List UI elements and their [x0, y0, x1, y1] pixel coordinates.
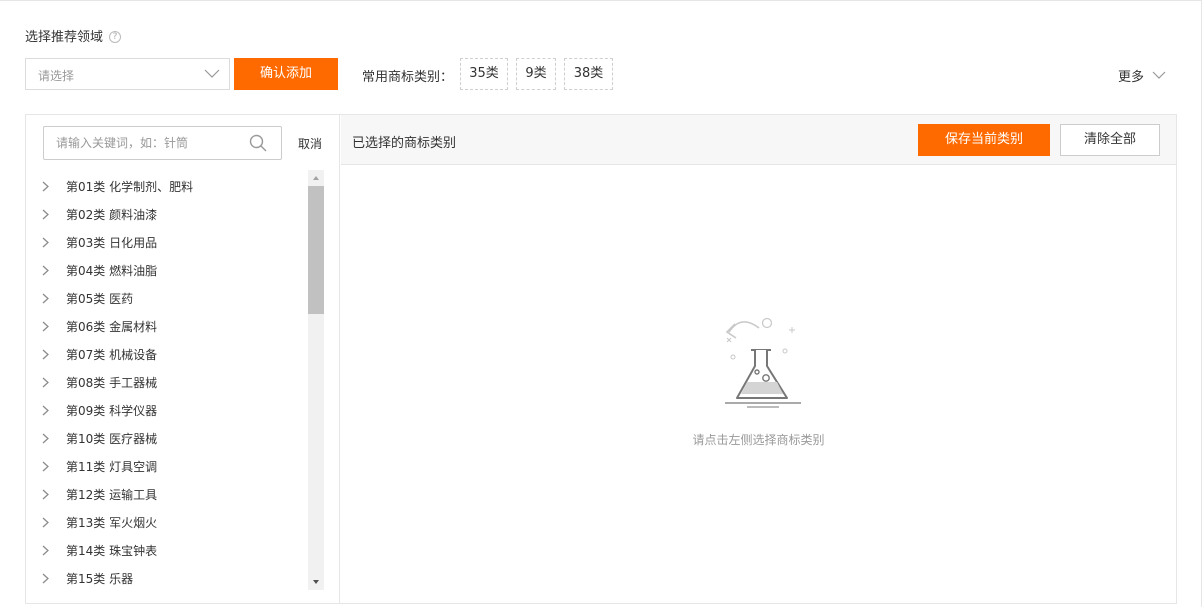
chevron-right-icon	[42, 181, 49, 191]
domain-select[interactable]: 请选择	[25, 58, 230, 90]
category-label: 第15类 乐器	[66, 571, 134, 586]
category-label: 第09类 科学仪器	[66, 403, 158, 418]
selected-pane: 已选择的商标类别 保存当前类别 清除全部 请点击左侧选择商标类别	[341, 115, 1176, 603]
save-current-button[interactable]: 保存当前类别	[918, 124, 1050, 156]
category-item[interactable]: 第03类 日化用品	[26, 228, 308, 256]
selected-header: 已选择的商标类别 保存当前类别 清除全部	[341, 115, 1176, 165]
scroll-down-icon[interactable]	[308, 574, 324, 590]
category-label: 第13类 军火烟火	[66, 515, 158, 530]
selected-title: 已选择的商标类别	[352, 136, 457, 151]
chevron-right-icon	[42, 265, 49, 275]
empty-state-text: 请点击左侧选择商标类别	[692, 433, 825, 447]
category-label: 第10类 医疗器械	[66, 431, 158, 446]
category-label: 第14类 珠宝钟表	[66, 543, 158, 558]
category-label: 第12类 运输工具	[66, 487, 158, 502]
chevron-right-icon	[42, 405, 49, 415]
category-item[interactable]: 第10类 医疗器械	[26, 424, 308, 452]
category-label: 第01类 化学制剂、肥料	[66, 179, 194, 194]
more-link[interactable]: 更多	[1118, 66, 1166, 85]
category-list-pane: 取消 第01类 化学制剂、肥料第02类 颜料油漆第03类 日化用品第04类 燃料…	[26, 115, 340, 603]
chevron-down-icon	[204, 69, 220, 78]
chevron-right-icon	[42, 573, 49, 583]
scrollbar[interactable]	[308, 170, 324, 590]
category-label: 第08类 手工器械	[66, 375, 158, 390]
search-input[interactable]	[44, 127, 244, 159]
category-list: 第01类 化学制剂、肥料 第02类 颜料油漆 第03类 日化用品 第04类 燃料油脂第…	[26, 172, 308, 592]
category-item[interactable]: 第01类 化学制剂、肥料	[26, 172, 308, 200]
common-tag-35[interactable]: 35类	[460, 58, 508, 90]
chevron-right-icon	[42, 545, 49, 555]
category-item[interactable]: 第04类 燃料油脂	[26, 256, 308, 284]
chevron-right-icon	[42, 377, 49, 387]
confirm-add-button[interactable]: 确认添加	[234, 58, 338, 90]
more-label: 更多	[1118, 70, 1145, 85]
category-panel: 取消 第01类 化学制剂、肥料第02类 颜料油漆第03类 日化用品第04类 燃料…	[25, 114, 1177, 604]
chevron-right-icon	[42, 349, 49, 359]
help-icon[interactable]: ?	[109, 30, 122, 43]
chevron-right-icon	[42, 321, 49, 331]
common-tag-38[interactable]: 38类	[564, 58, 613, 90]
category-item[interactable]: 第07类 机械设备	[26, 340, 308, 368]
category-label: 第07类 机械设备	[66, 347, 158, 362]
empty-state: 请点击左侧选择商标类别	[341, 165, 1176, 603]
category-item[interactable]: 第14类 珠宝钟表	[26, 536, 308, 564]
clear-all-button[interactable]: 清除全部	[1060, 124, 1160, 156]
category-label: 第05类 医药	[66, 291, 134, 306]
chevron-right-icon	[42, 461, 49, 471]
domain-select-placeholder: 请选择	[38, 69, 75, 83]
common-categories-label: 常用商标类别：	[362, 70, 454, 85]
search-icon[interactable]	[249, 134, 267, 152]
section-title: 选择推荐领域 ?	[25, 26, 122, 45]
top-divider	[0, 0, 1202, 1]
category-item[interactable]: 第11类 灯具空调	[26, 452, 308, 480]
chevron-right-icon	[42, 237, 49, 247]
scroll-thumb[interactable]	[308, 186, 324, 314]
section-title-text: 选择推荐领域	[25, 30, 104, 45]
cancel-link[interactable]: 取消	[298, 135, 322, 152]
category-item[interactable]: 第13类 军火烟火	[26, 508, 308, 536]
category-label: 第04类 燃料油脂	[66, 263, 158, 278]
category-label: 第03类 日化用品	[66, 235, 158, 250]
category-item[interactable]: 第02类 颜料油漆	[26, 200, 308, 228]
category-item[interactable]: 第08类 手工器械	[26, 368, 308, 396]
chevron-right-icon	[42, 489, 49, 499]
category-label: 第06类 金属材料	[66, 319, 158, 334]
scroll-up-icon[interactable]	[308, 170, 324, 186]
common-tag-9[interactable]: 9类	[516, 58, 556, 90]
category-item[interactable]: 第15类 乐器	[26, 564, 308, 592]
category-label: 第02类 颜料油漆	[66, 207, 158, 222]
category-item[interactable]: 第09类 科学仪器	[26, 396, 308, 424]
category-item[interactable]: 第05类 医药	[26, 284, 308, 312]
search-box	[43, 126, 282, 160]
flask-illustration-icon	[725, 317, 801, 408]
chevron-right-icon	[42, 517, 49, 527]
category-item[interactable]: 第06类 金属材料	[26, 312, 308, 340]
chevron-right-icon	[42, 209, 49, 219]
chevron-right-icon	[42, 293, 49, 303]
category-item[interactable]: 第12类 运输工具	[26, 480, 308, 508]
chevron-right-icon	[42, 433, 49, 443]
category-label: 第11类 灯具空调	[66, 459, 158, 474]
chevron-down-icon	[1152, 71, 1166, 79]
